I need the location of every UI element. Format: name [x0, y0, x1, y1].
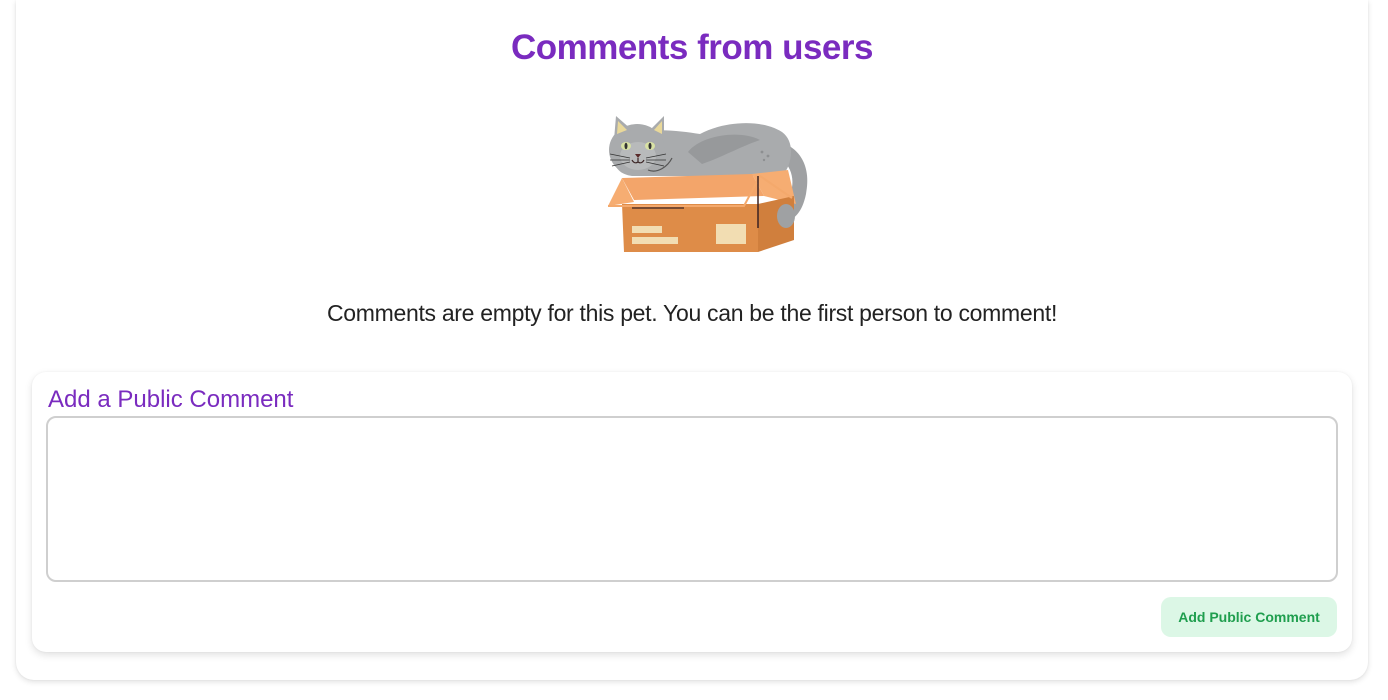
page-title: Comments from users	[511, 28, 873, 67]
cat-in-box-illustration	[608, 116, 808, 252]
add-comment-heading: Add a Public Comment	[48, 386, 294, 413]
comment-textarea[interactable]	[46, 416, 1338, 582]
comments-panel: Comments from users Comments are empty f…	[16, 0, 1368, 680]
add-comment-card: Add a Public Comment Add Public Comment	[32, 372, 1352, 652]
empty-comments-message: Comments are empty for this pet. You can…	[326, 300, 1058, 326]
add-public-comment-button[interactable]: Add Public Comment	[1161, 597, 1337, 637]
